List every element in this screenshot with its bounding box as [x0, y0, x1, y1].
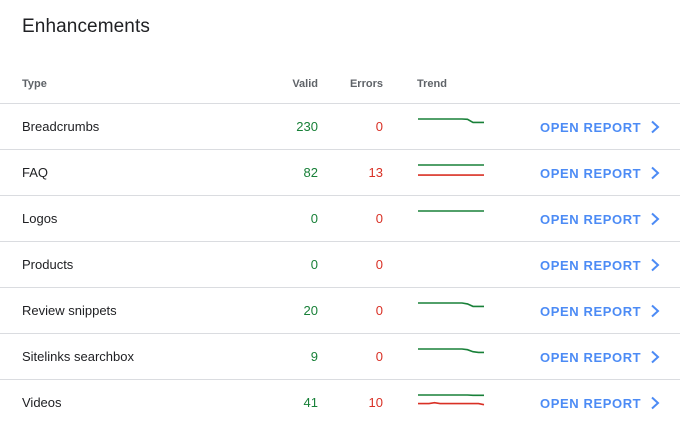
open-report-button[interactable]: OPEN REPORT: [540, 158, 661, 188]
row-valid-count: 0: [310, 211, 318, 226]
open-report-label: OPEN REPORT: [540, 257, 642, 273]
table-row: Sitelinks searchbox 9 0 OPEN REPORT: [0, 334, 680, 380]
table-row: Videos 41 10 OPEN REPORT: [0, 380, 680, 425]
trend-sparkline: [418, 210, 484, 212]
row-errors-count: 0: [375, 119, 383, 134]
header-errors: Errors: [349, 78, 383, 90]
row-errors-count: 13: [368, 165, 383, 180]
chevron-right-icon: [651, 396, 660, 410]
table-header: Type Valid Errors Trend: [0, 64, 680, 104]
header-type: Type: [22, 78, 47, 90]
enhancements-card: Enhancements Type Valid Errors Trend Bre…: [0, 0, 680, 425]
chevron-right-icon: [651, 120, 660, 134]
row-type: Review snippets: [22, 303, 117, 318]
row-errors-count: 10: [368, 395, 383, 410]
row-type: Products: [22, 257, 74, 272]
table-row: Breadcrumbs 230 0 OPEN REPORT: [0, 104, 680, 150]
row-type: Logos: [22, 211, 58, 226]
open-report-label: OPEN REPORT: [540, 349, 642, 365]
open-report-button[interactable]: OPEN REPORT: [540, 250, 661, 280]
row-errors-count: 0: [375, 257, 383, 272]
table-row: Logos 0 0 OPEN REPORT: [0, 196, 680, 242]
open-report-button[interactable]: OPEN REPORT: [540, 204, 661, 234]
header-trend: Trend: [417, 78, 447, 90]
row-errors-count: 0: [375, 211, 383, 226]
row-valid-count: 41: [303, 395, 318, 410]
open-report-label: OPEN REPORT: [540, 119, 642, 135]
enhancements-table: Type Valid Errors Trend Breadcrumbs 230 …: [0, 64, 680, 425]
trend-sparkline: [418, 394, 485, 406]
table-row: Review snippets 20 0 OPEN REPORT: [0, 288, 680, 334]
trend-sparkline: [418, 164, 484, 176]
trend-sparkline: [416, 254, 486, 272]
trend-valid-line: [418, 302, 484, 308]
chevron-right-icon: [651, 350, 660, 364]
table-row: FAQ 82 13 OPEN REPORT: [0, 150, 680, 196]
chevron-right-icon: [651, 304, 660, 318]
row-errors-count: 0: [375, 349, 383, 364]
open-report-button[interactable]: OPEN REPORT: [540, 388, 661, 418]
row-type: FAQ: [22, 165, 49, 180]
row-type: Videos: [22, 395, 62, 410]
open-report-button[interactable]: OPEN REPORT: [540, 112, 661, 142]
card-title: Enhancements: [22, 16, 150, 37]
row-valid-count: 20: [303, 303, 318, 318]
trend-errors-line: [418, 401, 485, 406]
open-report-label: OPEN REPORT: [540, 395, 642, 411]
row-type: Sitelinks searchbox: [22, 349, 134, 364]
trend-sparkline: [418, 302, 484, 308]
trend-sparkline: [418, 118, 484, 124]
trend-valid-line: [418, 118, 484, 124]
open-report-button[interactable]: OPEN REPORT: [540, 296, 661, 326]
open-report-button[interactable]: OPEN REPORT: [540, 342, 661, 372]
open-report-label: OPEN REPORT: [540, 165, 642, 181]
chevron-right-icon: [651, 166, 660, 180]
row-errors-count: 0: [375, 303, 383, 318]
row-valid-count: 9: [310, 349, 318, 364]
table-row: Products 0 0 OPEN REPORT: [0, 242, 680, 288]
chevron-right-icon: [651, 212, 660, 226]
row-type: Breadcrumbs: [22, 119, 100, 134]
trend-valid-line: [418, 348, 484, 354]
trend-sparkline: [418, 348, 484, 354]
header-valid: Valid: [292, 78, 318, 90]
row-valid-count: 0: [310, 257, 318, 272]
open-report-label: OPEN REPORT: [540, 303, 642, 319]
open-report-label: OPEN REPORT: [540, 211, 642, 227]
chevron-right-icon: [651, 258, 660, 272]
row-valid-count: 82: [303, 165, 318, 180]
row-valid-count: 230: [296, 119, 318, 134]
